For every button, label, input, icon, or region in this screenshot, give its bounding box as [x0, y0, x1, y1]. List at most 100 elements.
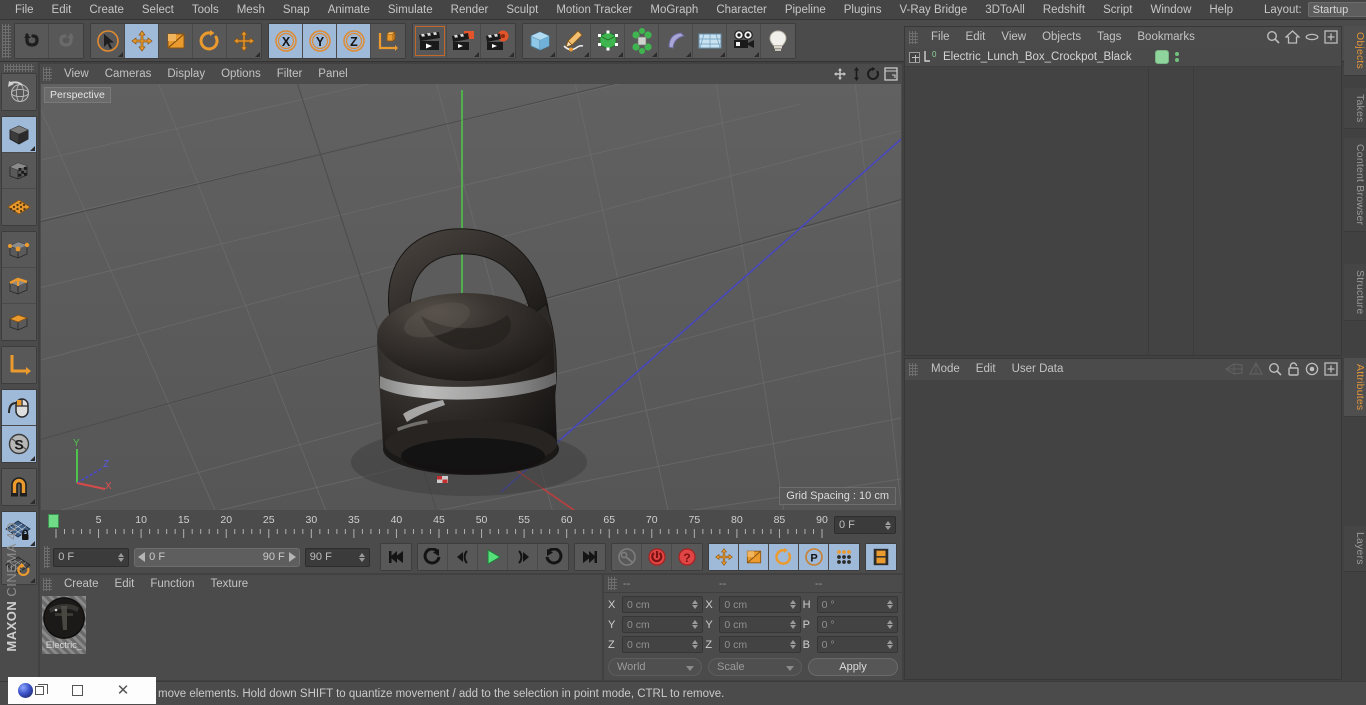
lock-icon[interactable] [1287, 362, 1300, 379]
menu-item-character[interactable]: Character [707, 0, 776, 20]
texture-mode-button[interactable] [2, 189, 36, 225]
menu-item-sculpt[interactable]: Sculpt [497, 0, 547, 20]
dynamic-move-tool[interactable] [227, 24, 261, 58]
add-floor-button[interactable] [693, 24, 727, 58]
enable-snap-button[interactable]: S [2, 426, 36, 462]
layout-select[interactable]: Startup [1308, 2, 1366, 17]
search-icon[interactable] [1266, 30, 1280, 47]
object-menu-file[interactable]: File [923, 27, 958, 48]
x-axis-lock[interactable]: X [269, 24, 303, 58]
size-field[interactable]: 0 cm [719, 596, 800, 613]
plus-box-icon[interactable] [1324, 30, 1338, 47]
vertical-tab-layers[interactable]: Layers [1344, 526, 1366, 572]
object-menu-edit[interactable]: Edit [958, 27, 994, 48]
menu-item-window[interactable]: Window [1141, 0, 1200, 20]
make-editable-button[interactable] [2, 117, 36, 153]
material-menu-function[interactable]: Function [142, 575, 202, 594]
rotation-field[interactable]: 0 ° [817, 636, 898, 653]
object-menu-objects[interactable]: Objects [1034, 27, 1089, 48]
size-spinner[interactable] [790, 620, 796, 629]
position-field[interactable]: 0 cm [622, 616, 703, 633]
tool-expand-corner[interactable] [584, 52, 589, 57]
anim-start-spinner[interactable] [118, 553, 124, 562]
go-to-previous-key-button[interactable] [418, 544, 448, 570]
move-tool[interactable] [125, 24, 159, 58]
menu-item-simulate[interactable]: Simulate [379, 0, 442, 20]
forward-nav-icon[interactable] [1249, 362, 1263, 379]
size-field[interactable]: 0 cm [719, 636, 800, 653]
range-left-arrow-icon[interactable] [138, 552, 145, 562]
viewport-menu-cameras[interactable]: Cameras [97, 64, 160, 84]
menu-item-script[interactable]: Script [1094, 0, 1141, 20]
tool-expand-corner[interactable] [30, 456, 35, 461]
vertical-tab-attributes[interactable]: Attributes [1344, 358, 1366, 417]
keyframe-selection-button[interactable]: ? [672, 544, 702, 570]
material-manager-grip[interactable] [43, 578, 52, 591]
position-spinner[interactable] [692, 600, 698, 609]
attribute-manager-grip[interactable] [909, 363, 918, 376]
tool-expand-corner[interactable] [509, 52, 514, 57]
vertical-tab-content-browser[interactable]: Content Browser [1344, 138, 1366, 232]
vertical-tab-takes[interactable]: Takes [1344, 88, 1366, 129]
back-nav-icon[interactable] [1224, 362, 1244, 379]
viewport-menu-display[interactable]: Display [159, 64, 213, 84]
anim-start-field[interactable]: 0 F [53, 548, 129, 567]
model-mode-button[interactable] [2, 153, 36, 189]
pan-icon[interactable] [833, 67, 847, 84]
rotation-field[interactable]: 0 ° [817, 616, 898, 633]
object-menu-view[interactable]: View [993, 27, 1034, 48]
menu-item-v-ray-bridge[interactable]: V-Ray Bridge [890, 0, 976, 20]
menu-item-help[interactable]: Help [1200, 0, 1242, 20]
polygon-mode-button[interactable] [2, 304, 36, 340]
home-icon[interactable] [1285, 30, 1300, 47]
anim-range-slider[interactable]: 0 F 90 F [134, 548, 300, 567]
rotation-key-button[interactable] [769, 544, 799, 570]
material-menu-edit[interactable]: Edit [107, 575, 143, 594]
zoom-icon[interactable] [851, 67, 862, 84]
viewport-menu-panel[interactable]: Panel [310, 64, 355, 84]
viewport-grip[interactable] [43, 67, 52, 81]
undo-view-button[interactable] [2, 74, 36, 110]
target-icon[interactable] [1305, 362, 1319, 379]
object-tree[interactable]: 0Electric_Lunch_Box_Crockpot_Black [905, 48, 1341, 355]
toolbar-grip[interactable] [2, 24, 11, 58]
tool-expand-corner[interactable] [652, 52, 657, 57]
material-menu-create[interactable]: Create [56, 575, 107, 594]
magnet-tool-button[interactable] [2, 469, 36, 505]
menu-item-plugins[interactable]: Plugins [835, 0, 891, 20]
position-field[interactable]: 0 cm [622, 596, 703, 613]
c4d-orb-icon[interactable] [8, 677, 54, 704]
tool-expand-corner[interactable] [754, 52, 759, 57]
position-field[interactable]: 0 cm [622, 636, 703, 653]
tool-expand-corner[interactable] [618, 52, 623, 57]
coordinates-grip[interactable] [608, 577, 617, 590]
scale-tool[interactable] [159, 24, 193, 58]
menu-item-pipeline[interactable]: Pipeline [776, 0, 835, 20]
parameter-key-button[interactable]: P [799, 544, 829, 570]
object-manager-grip[interactable] [909, 31, 918, 44]
go-to-start-button[interactable] [381, 544, 411, 570]
add-spline-button[interactable] [557, 24, 591, 58]
add-array-button[interactable] [625, 24, 659, 58]
add-light-button[interactable] [761, 24, 795, 58]
tool-expand-corner[interactable] [686, 52, 691, 57]
menu-item-create[interactable]: Create [80, 0, 133, 20]
viewport-canvas[interactable]: Perspective Grid Spacing : 10 cm Y Z X [41, 84, 901, 510]
vertical-tab-structure[interactable]: Structure [1344, 264, 1366, 321]
expand-toggle-icon[interactable] [909, 52, 920, 63]
material-list[interactable]: Electric_ [40, 594, 602, 680]
timeline-playhead[interactable] [48, 514, 59, 528]
render-to-picture-viewer-button[interactable] [447, 24, 481, 58]
go-to-next-key-button[interactable] [538, 544, 568, 570]
frame-spinner[interactable] [885, 521, 891, 530]
tool-expand-corner[interactable] [118, 52, 123, 57]
material-item[interactable]: Electric_ [42, 596, 86, 654]
menu-item-motion-tracker[interactable]: Motion Tracker [547, 0, 641, 20]
size-field[interactable]: 0 cm [719, 616, 800, 633]
position-key-button[interactable] [709, 544, 739, 570]
ellipse-icon[interactable] [1305, 31, 1319, 46]
attribute-menu-user-data[interactable]: User Data [1004, 359, 1072, 380]
add-bend-deformer-button[interactable] [659, 24, 693, 58]
visibility-dots-icon[interactable] [1175, 52, 1179, 62]
menu-item-animate[interactable]: Animate [319, 0, 379, 20]
